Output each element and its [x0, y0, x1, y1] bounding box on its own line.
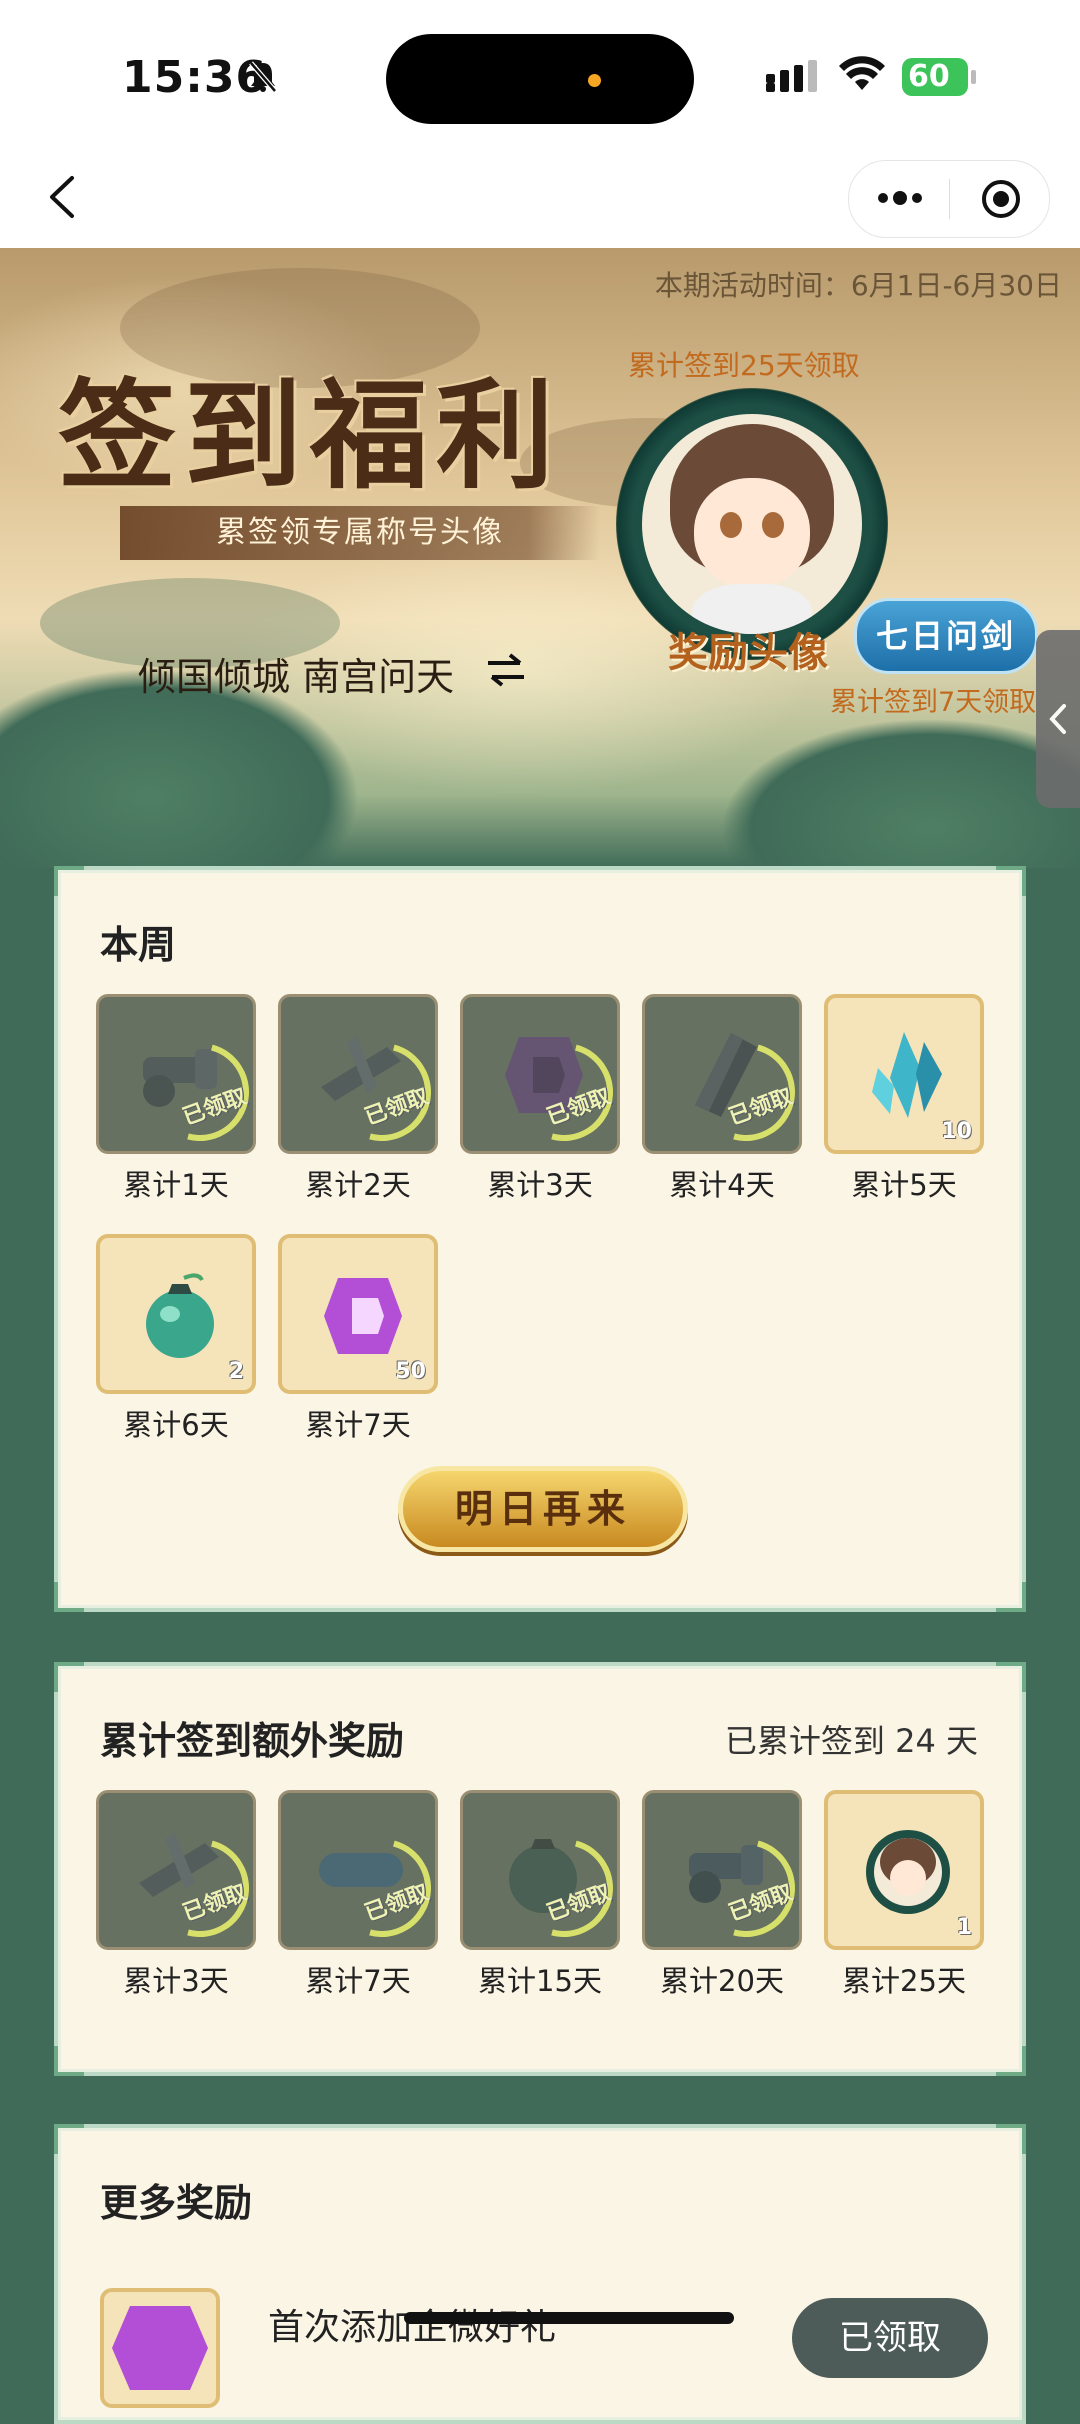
battery-icon: 60: [902, 58, 976, 96]
cumulative-25-label: 累计25天: [842, 1964, 966, 1998]
day-1-label: 累计1天: [123, 1168, 229, 1202]
avatar-frame-icon: [866, 1830, 950, 1914]
cumulative-3-reward[interactable]: 已领取: [96, 1790, 256, 1950]
mini-program-capsule: [848, 160, 1050, 238]
wechat-gift-text: 首次添加企微好礼: [268, 2307, 557, 2348]
signal-icon: [766, 60, 822, 96]
back-arrow-icon[interactable]: [40, 172, 90, 222]
cumulative-reward-panel: 累计签到额外奖励 已累计签到 24 天 已领取 累计3天 已领取 累计7天 已领…: [54, 1662, 1026, 2076]
day-7-label: 累计7天: [305, 1408, 411, 1442]
cumulative-7-reward[interactable]: 已领取: [278, 1790, 438, 1950]
dynamic-island: [386, 34, 694, 124]
day-7-reward[interactable]: 50: [278, 1234, 438, 1394]
day-5-count: 10: [941, 1119, 972, 1144]
activity-period: 本期活动时间：6月1日-6月30日: [654, 269, 1062, 302]
crystal-icon: [872, 1032, 942, 1118]
day-4-label: 累计4天: [669, 1168, 775, 1202]
title-badge-note: 累计签到7天领取: [830, 687, 1037, 718]
claimed-button[interactable]: 已领取: [792, 2298, 988, 2378]
close-target-icon[interactable]: [981, 179, 1021, 219]
nav-bar: [0, 150, 1080, 248]
more-icon[interactable]: [875, 183, 925, 217]
status-bar: 15:36 60: [0, 0, 1080, 150]
player-name: 倾国倾城 南宫问天: [138, 655, 455, 699]
cumulative-20-label: 累计20天: [660, 1964, 784, 1998]
weekly-signin-panel: 本周 已领取 累计1天 已领取 累计2天 已领取 累计3天 已领取 累计4天 1…: [54, 866, 1026, 1612]
weekly-panel-title: 本周: [100, 923, 177, 967]
day-4-reward[interactable]: 已领取: [642, 994, 802, 1154]
jade-pouch-icon: [146, 1273, 214, 1358]
day-2-reward[interactable]: 已领取: [278, 994, 438, 1154]
cumulative-3-label: 累计3天: [123, 1964, 229, 1998]
home-indicator[interactable]: [404, 2312, 734, 2324]
side-drawer-tab[interactable]: [1036, 630, 1080, 808]
hero-title: 签到福利: [58, 366, 563, 505]
wifi-icon: [838, 56, 886, 96]
swap-character-icon[interactable]: [486, 652, 526, 692]
day-7-count: 50: [395, 1359, 426, 1384]
reward-title-badge: 七日问剑: [854, 598, 1038, 674]
day-3-reward[interactable]: 已领取: [460, 994, 620, 1154]
hero-banner: 本期活动时间：6月1日-6月30日 签到福利 累签领专属称号头像 倾国倾城 南宫…: [0, 248, 1080, 868]
day-3-label: 累计3天: [487, 1168, 593, 1202]
reward-avatar: [642, 414, 862, 634]
day-1-reward[interactable]: 已领取: [96, 994, 256, 1154]
cumulative-progress-text: 已累计签到 24 天: [724, 1722, 978, 1760]
reward-avatar-label: 奖励头像: [668, 630, 828, 676]
cumulative-20-reward[interactable]: 已领取: [642, 1790, 802, 1950]
avatar-reward-note: 累计签到25天领取: [628, 349, 860, 382]
day-6-count: 2: [228, 1359, 244, 1384]
day-5-reward[interactable]: 10: [824, 994, 984, 1154]
day-2-label: 累计2天: [305, 1168, 411, 1202]
wechat-gift-reward[interactable]: [100, 2288, 220, 2408]
purple-token-icon: [112, 2306, 208, 2390]
cumulative-25-reward[interactable]: 1: [824, 1790, 984, 1950]
battery-level: 60: [908, 59, 950, 94]
cumulative-15-label: 累计15天: [478, 1964, 602, 1998]
cumulative-7-label: 累计7天: [305, 1964, 411, 1998]
more-rewards-panel: 更多奖励 首次添加企微好礼 已领取: [54, 2124, 1026, 2424]
mute-bell-icon: [248, 60, 278, 98]
more-rewards-title: 更多奖励: [100, 2181, 253, 2225]
cumulative-25-count: 1: [956, 1915, 972, 1940]
day-6-reward[interactable]: 2: [96, 1234, 256, 1394]
day-5-label: 累计5天: [851, 1168, 957, 1202]
day-6-label: 累计6天: [123, 1408, 229, 1442]
status-time: 15:36: [122, 52, 268, 103]
cumulative-15-reward[interactable]: 已领取: [460, 1790, 620, 1950]
cumulative-panel-title: 累计签到额外奖励: [100, 1719, 405, 1763]
hero-subtitle: 累签领专属称号头像: [120, 506, 600, 560]
come-back-tomorrow-button[interactable]: 明日再来: [398, 1466, 688, 1552]
purple-token-icon: [324, 1278, 402, 1354]
